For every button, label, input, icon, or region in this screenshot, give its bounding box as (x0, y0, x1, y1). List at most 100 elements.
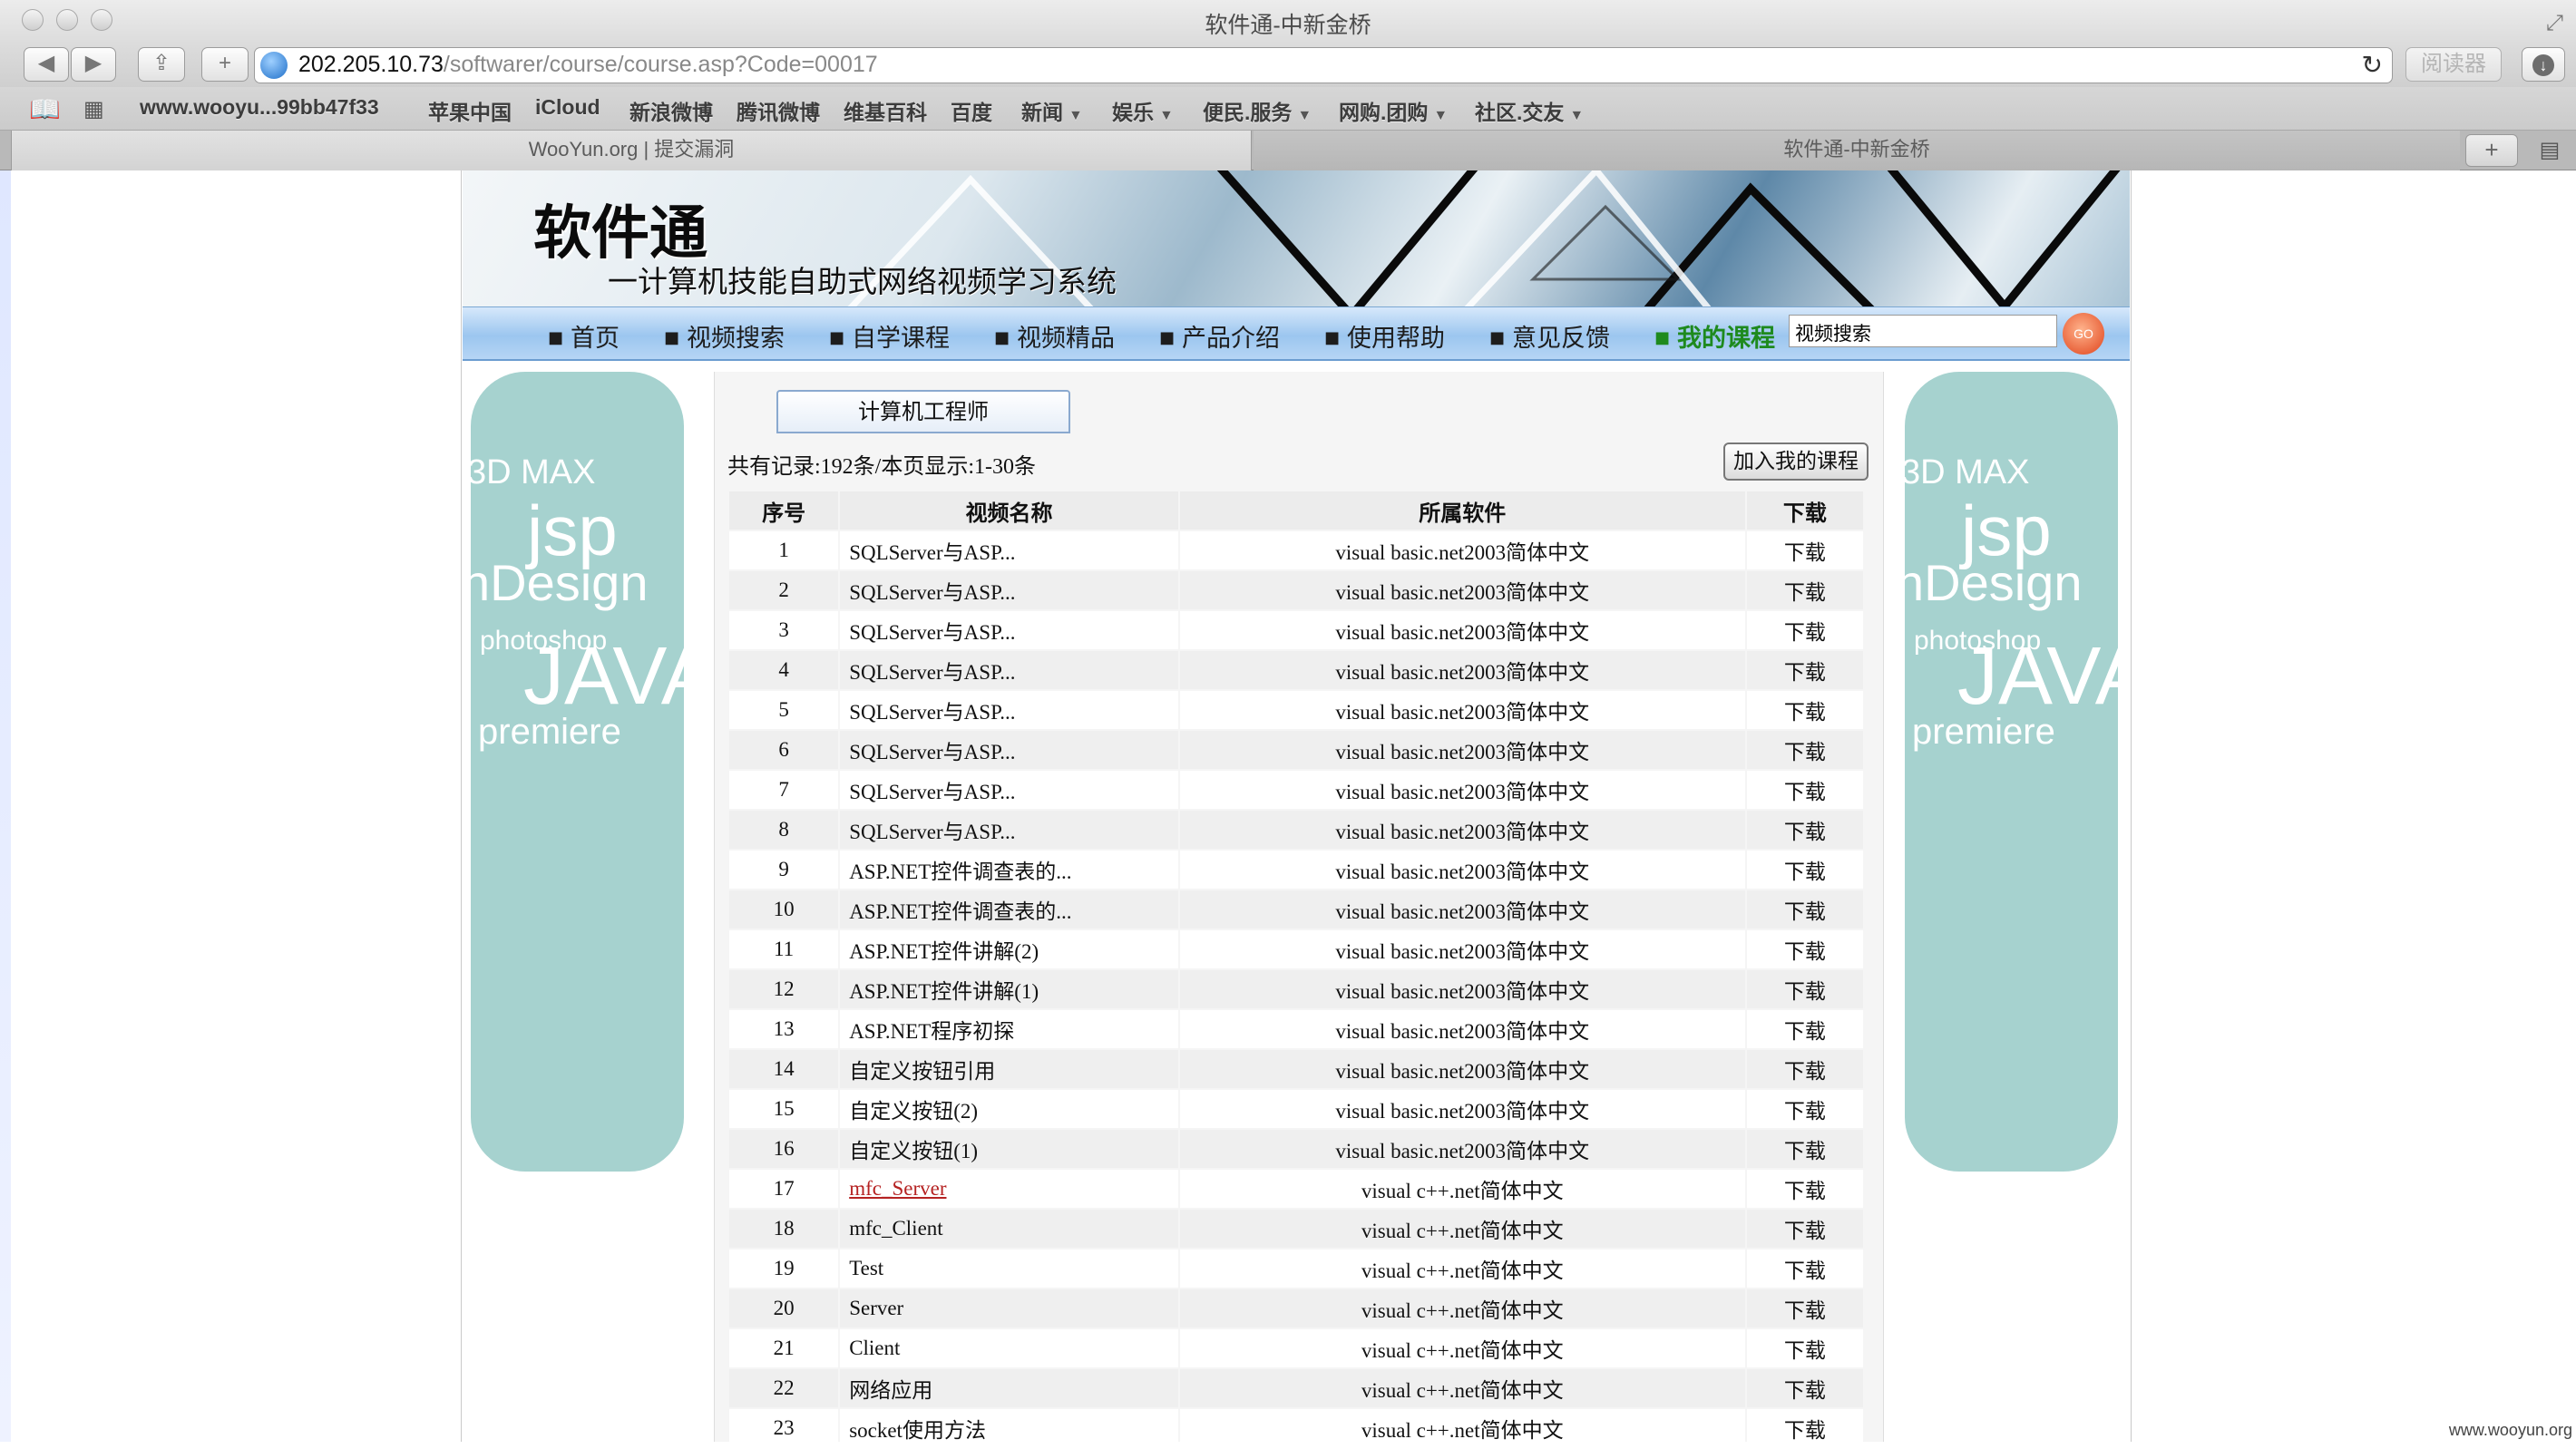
table-row: 13 ASP.NET程序初探 visual basic.net2003简体中文 下载 (729, 1010, 1863, 1048)
bookmark-folder-community[interactable]: 社区.交友 ▼ (1475, 95, 1584, 126)
download-link[interactable]: 下载 (1746, 731, 1863, 769)
download-link[interactable]: 下载 (1746, 1369, 1863, 1407)
bookmark-folder-entertainment[interactable]: 娱乐 ▼ (1112, 95, 1174, 126)
new-tab-button[interactable]: + (201, 47, 249, 82)
download-link[interactable]: 下载 (1746, 970, 1863, 1008)
bookmark-apple-china[interactable]: 苹果中国 (428, 95, 512, 126)
table-row: 20 Server visual c++.net简体中文 下载 (729, 1289, 1863, 1327)
download-link[interactable]: 下载 (1746, 1210, 1863, 1248)
nav-featured-videos[interactable]: ■ 视频精品 (994, 318, 1115, 354)
bookmark-folder-shopping[interactable]: 网购.团购 ▼ (1339, 95, 1448, 126)
bookmark-folder-news[interactable]: 新闻 ▼ (1021, 95, 1083, 126)
top-sites-icon[interactable]: ▦ (83, 96, 104, 122)
tab-wooyun[interactable]: WooYun.org | 提交漏洞 (11, 131, 1252, 170)
nav-help[interactable]: ■ 使用帮助 (1324, 318, 1445, 354)
nav-products[interactable]: ■ 产品介绍 (1159, 318, 1280, 354)
software-name: visual basic.net2003简体中文 (1179, 1050, 1745, 1088)
downloads-button[interactable]: ↓ (2522, 47, 2565, 82)
table-row: 3 SQLServer与ASP... visual basic.net2003简体中… (729, 611, 1863, 649)
forward-button[interactable]: ▶ (71, 47, 116, 82)
banner-shape (1464, 170, 1712, 306)
download-link[interactable]: 下载 (1746, 691, 1863, 729)
forward-icon: ▶ (84, 51, 102, 75)
nav-self-study[interactable]: ■ 自学课程 (829, 318, 950, 354)
bookmark-wikipedia[interactable]: 维基百科 (844, 95, 927, 126)
watermark: www.wooyun.org (2448, 1421, 2572, 1439)
browser-toolbar: ◀ ▶ ⇪ + 202.205.10.73/softwarer/course/c… (0, 44, 2576, 87)
video-name[interactable]: mfc_Server (840, 1170, 1178, 1208)
column-header: 序号 (729, 491, 839, 530)
download-link[interactable]: 下载 (1746, 1090, 1863, 1128)
site-banner: 软件通 一计算机技能自助式网络视频学习系统 (463, 170, 2130, 306)
video-name: ASP.NET程序初探 (840, 1010, 1178, 1048)
tab-overview-icon[interactable]: ▤ (2527, 134, 2572, 167)
bookmark-sina-weibo[interactable]: 新浪微博 (629, 95, 713, 126)
nav-my-courses[interactable]: ■ 我的课程 (1654, 318, 1775, 354)
nav-home[interactable]: ■ 首页 (548, 318, 620, 354)
download-link[interactable]: 下载 (1746, 611, 1863, 649)
nav-label: 意见反馈 (1512, 325, 1611, 353)
software-name: visual c++.net简体中文 (1179, 1210, 1745, 1248)
add-tab-button[interactable]: + (2465, 134, 2518, 167)
nav-label: 产品介绍 (1182, 325, 1281, 353)
nav-label: 我的课程 (1677, 325, 1776, 353)
table-row: 1 SQLServer与ASP... visual basic.net2003简体中… (729, 531, 1863, 569)
add-to-my-courses-button[interactable]: 加入我的课程 (1723, 442, 1869, 481)
software-name: visual basic.net2003简体中文 (1179, 1010, 1745, 1048)
download-link[interactable]: 下载 (1746, 531, 1863, 569)
search-go-button[interactable]: GO (2063, 313, 2104, 355)
download-link[interactable]: 下载 (1746, 571, 1863, 609)
video-name: SQLServer与ASP... (840, 531, 1178, 569)
video-name: mfc_Client (840, 1210, 1178, 1248)
software-name: visual c++.net简体中文 (1179, 1369, 1745, 1407)
download-link[interactable]: 下载 (1746, 1170, 1863, 1208)
software-name: visual basic.net2003简体中文 (1179, 651, 1745, 689)
nav-video-search[interactable]: ■ 视频搜索 (664, 318, 785, 354)
download-link[interactable]: 下载 (1746, 651, 1863, 689)
url-host: 202.205.10.73 (298, 52, 444, 77)
category-tab[interactable]: 计算机工程师 (776, 390, 1070, 433)
web-page: 软件通 一计算机技能自助式网络视频学习系统 ■ 首页 ■ 视频搜索 ■ 自学课程 ■ 视… (0, 170, 2576, 1447)
right-side-banner: 3D MAX jsp nDesign photoshop JAVA premie… (1905, 372, 2118, 1172)
software-name: visual basic.net2003简体中文 (1179, 890, 1745, 929)
nav-label: 视频精品 (1017, 325, 1116, 353)
download-link[interactable]: 下载 (1746, 771, 1863, 809)
reload-icon[interactable]: ↻ (2362, 50, 2383, 80)
bookmark-wooyun[interactable]: www.wooyu...99bb47f33 (140, 95, 379, 120)
software-name: visual basic.net2003简体中文 (1179, 691, 1745, 729)
bookmark-baidu[interactable]: 百度 (951, 95, 992, 126)
download-link[interactable]: 下载 (1746, 851, 1863, 889)
row-number: 16 (729, 1130, 839, 1168)
download-link[interactable]: 下载 (1746, 1329, 1863, 1367)
bookmark-tencent-weibo[interactable]: 腾讯微博 (737, 95, 820, 126)
download-link[interactable]: 下载 (1746, 1050, 1863, 1088)
reading-list-icon[interactable]: 📖 (29, 94, 61, 124)
address-bar[interactable]: 202.205.10.73/softwarer/course/course.as… (254, 47, 2393, 83)
download-link[interactable]: 下载 (1746, 1250, 1863, 1288)
download-link[interactable]: 下载 (1746, 930, 1863, 968)
nav-feedback[interactable]: ■ 意见反馈 (1489, 318, 1610, 354)
row-number: 13 (729, 1010, 839, 1048)
download-link[interactable]: 下载 (1746, 890, 1863, 929)
download-link[interactable]: 下载 (1746, 1010, 1863, 1048)
share-icon: ⇪ (151, 51, 171, 75)
plus-icon: + (218, 51, 231, 75)
video-name-link[interactable]: mfc_Server (849, 1177, 946, 1200)
tab-software[interactable]: 软件通-中新金桥 (1254, 131, 2460, 170)
download-link[interactable]: 下载 (1746, 1130, 1863, 1168)
download-link[interactable]: 下载 (1746, 1289, 1863, 1327)
row-number: 9 (729, 851, 839, 889)
side-word: nDesign (1905, 554, 2083, 611)
fullscreen-icon[interactable]: ⤢ (2546, 11, 2563, 36)
video-search-input[interactable]: 视频搜索 (1789, 315, 2057, 347)
row-number: 17 (729, 1170, 839, 1208)
bookmark-folder-services[interactable]: 便民.服务 ▼ (1203, 95, 1312, 126)
chevron-down-icon: ▼ (1297, 108, 1312, 123)
url-text[interactable]: 202.205.10.73/softwarer/course/course.as… (298, 52, 878, 78)
back-button[interactable]: ◀ (24, 47, 69, 82)
download-link[interactable]: 下载 (1746, 811, 1863, 849)
bookmark-icloud[interactable]: iCloud (535, 95, 600, 120)
share-button[interactable]: ⇪ (138, 47, 185, 82)
reader-button[interactable]: 阅读器 (2405, 47, 2502, 82)
table-row: 16 自定义按钮(1) visual basic.net2003简体中文 下载 (729, 1130, 1863, 1168)
